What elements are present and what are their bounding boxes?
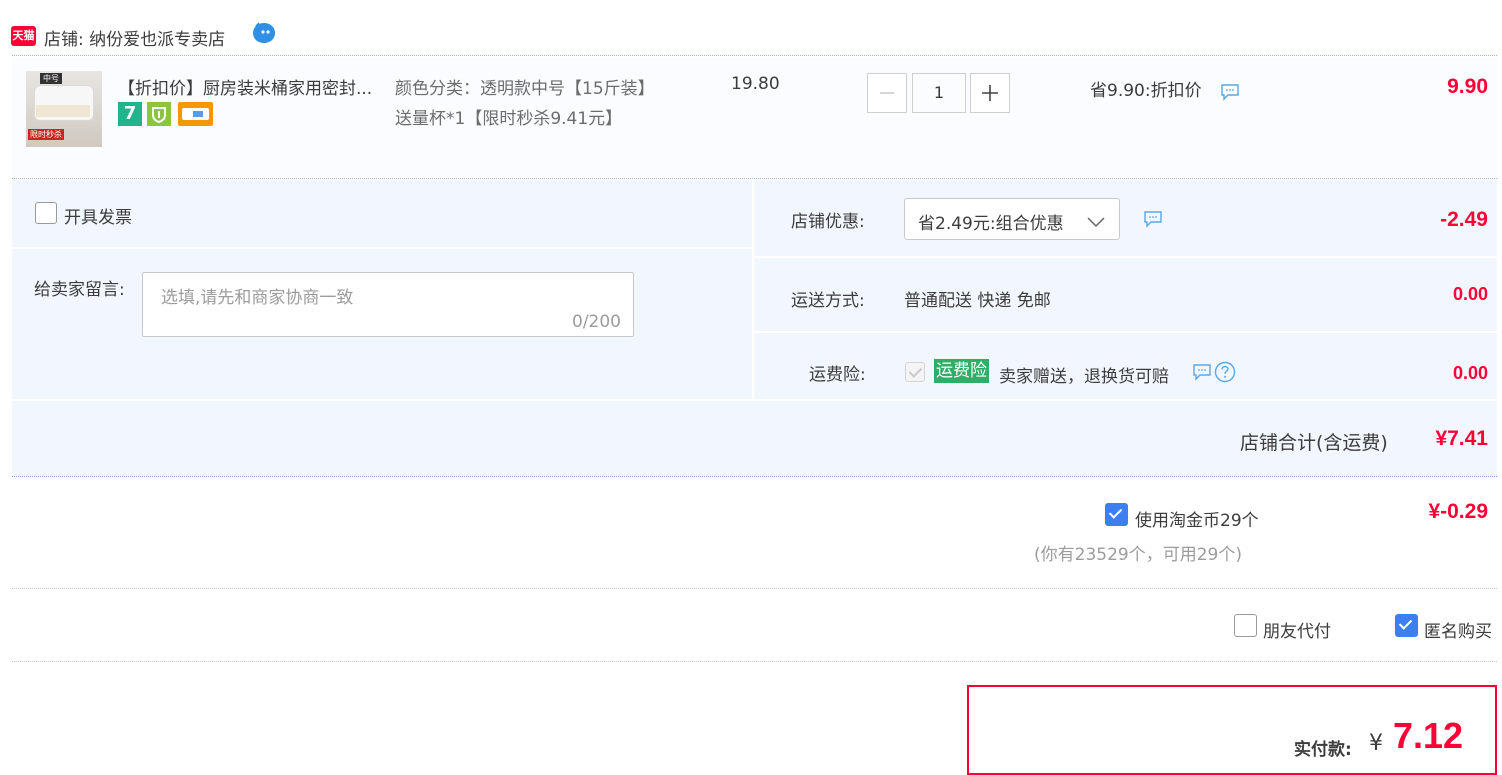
invoice-checkbox[interactable] [35, 202, 57, 224]
coins-amount: ¥-0.29 [1428, 500, 1488, 523]
shop-label-prefix: 店铺: [44, 30, 90, 50]
unit-price: 19.80 [731, 74, 780, 94]
image-tag-top: 中号 [40, 73, 62, 84]
insurance-chat-icon[interactable] [1192, 363, 1212, 381]
product-thumbnail[interactable]: 中号 限时秒杀 [26, 71, 102, 147]
coins-label[interactable]: 使用淘金币29个 [1135, 506, 1259, 531]
panel-horizontal-divider-left [12, 247, 752, 249]
item-title-link[interactable]: 【折扣价】厨房装米桶家用密封... [118, 74, 388, 99]
divider [12, 55, 1497, 56]
quantity-increase-button[interactable] [970, 73, 1010, 113]
coins-note: (你有23529个，可用29个) [1034, 545, 1242, 565]
item-discount: 省9.90:折扣价 [1090, 81, 1202, 101]
shipping-amount: 0.00 [1452, 284, 1488, 304]
invoice-label[interactable]: 开具发票 [64, 203, 132, 228]
panel-vertical-divider [752, 180, 754, 400]
anonymous-checkbox[interactable] [1395, 614, 1418, 637]
friend-pay-checkbox[interactable] [1234, 614, 1257, 637]
insurance-checkbox [905, 362, 925, 382]
rice-fill-shape [36, 105, 90, 117]
shop-discount-label: 店铺优惠: [791, 212, 865, 232]
seven-day-return-icon: 7 [118, 102, 142, 126]
panel-horizontal-divider-1 [754, 256, 1497, 258]
image-tag-bottom: 限时秒杀 [28, 129, 64, 140]
wangwang-chat-icon[interactable] [251, 20, 277, 51]
insurance-label: 运费险: [809, 365, 866, 385]
insurance-amount: 0.00 [1452, 363, 1488, 383]
guarantee-icon [147, 102, 171, 126]
quantity-decrease-button[interactable] [867, 73, 907, 113]
quantity-input[interactable]: 1 [912, 73, 966, 113]
pay-amount: 7.12 [1393, 715, 1464, 756]
credit-card-icon [178, 102, 213, 126]
item-spec: 颜色分类：透明款中号【15斤装】送量杯*1【限时秒杀9.41元】 [395, 79, 647, 129]
divider [12, 476, 1497, 477]
insurance-text: 卖家赠送，退换货可赔 [999, 367, 1169, 387]
pay-label: 实付款: [1294, 740, 1352, 760]
chevron-down-icon [1087, 213, 1105, 233]
pay-summary-box: 实付款: ¥ 7.12 [967, 685, 1497, 775]
shop-total-label: 店铺合计(含运费) [1240, 432, 1388, 454]
panel-horizontal-divider-2 [754, 331, 1497, 333]
tmall-badge: 天猫 [11, 26, 36, 46]
shop-label: 店铺: 纳份爱也派专卖店 [44, 25, 225, 50]
divider [12, 661, 1497, 662]
shop-discount-select[interactable]: 省2.49元:组合优惠 [904, 198, 1120, 240]
message-placeholder: 选填,请先和商家协商一致 [161, 288, 354, 308]
pay-currency: ¥ [1369, 731, 1383, 756]
friend-pay-label[interactable]: 朋友代付 [1263, 617, 1331, 642]
shop-total-amount: ¥7.41 [1435, 427, 1488, 450]
panel-horizontal-divider-3 [12, 399, 1497, 401]
shipping-label: 运送方式: [791, 291, 865, 311]
anonymous-label[interactable]: 匿名购买 [1424, 617, 1492, 642]
discount-info-icon[interactable] [1220, 83, 1240, 101]
divider [12, 588, 1497, 589]
message-label: 给卖家留言: [34, 280, 125, 300]
divider [12, 178, 1497, 179]
shop-discount-selected: 省2.49元:组合优惠 [918, 214, 1064, 234]
shop-discount-info-icon[interactable] [1143, 210, 1163, 228]
coins-checkbox[interactable] [1105, 503, 1128, 526]
shipping-value: 普通配送 快递 免邮 [904, 291, 1051, 311]
message-counter: 0/200 [572, 312, 621, 332]
insurance-tag: 运费险 [934, 359, 989, 383]
shop-name-link[interactable]: 纳份爱也派专卖店 [89, 30, 225, 50]
shop-discount-amount: -2.49 [1440, 208, 1488, 231]
item-subtotal: 9.90 [1447, 75, 1488, 98]
help-question-icon[interactable] [1214, 361, 1236, 383]
message-textarea[interactable]: 选填,请先和商家协商一致 0/200 [142, 272, 634, 337]
